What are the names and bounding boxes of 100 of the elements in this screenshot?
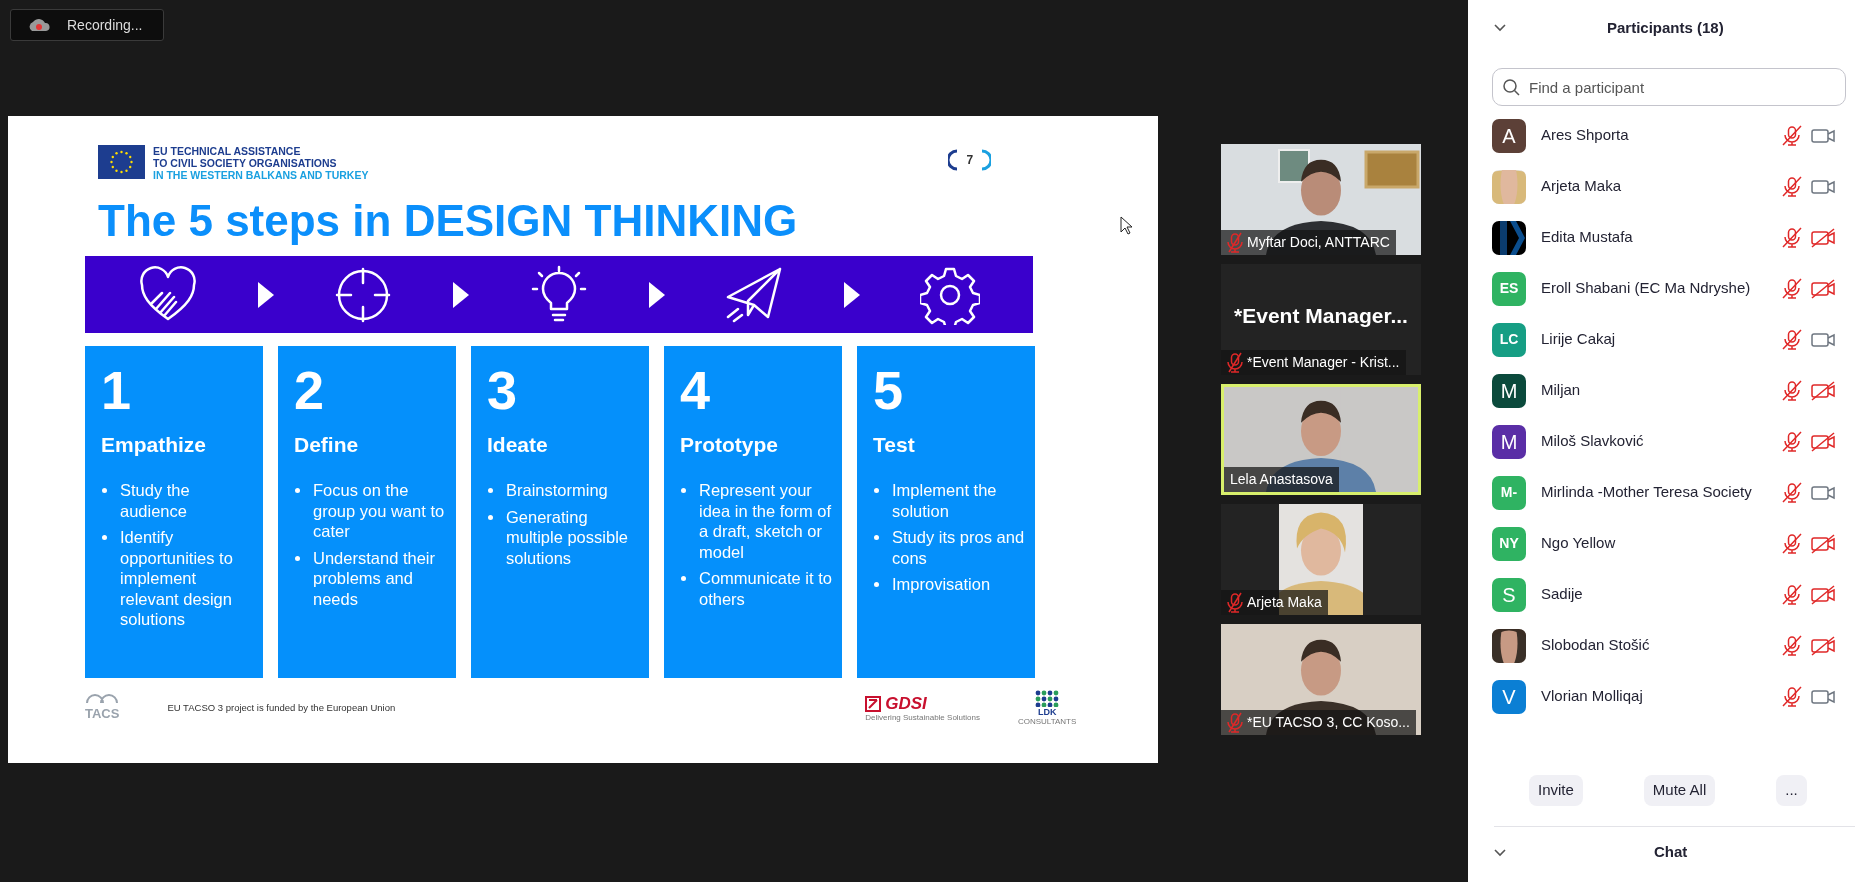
square-logo-icon: [865, 695, 882, 712]
avatar: M-: [1492, 475, 1526, 510]
step-title: Prototype: [680, 432, 779, 458]
participant-name: Vlorian Molliqaj: [1541, 686, 1643, 707]
bullet-text: Implement the solution: [892, 480, 998, 521]
play-arrow-icon: [255, 279, 276, 310]
panel-title: Chat: [1654, 842, 1688, 863]
dot-grid-logo-icon: [1035, 690, 1060, 707]
participant-row[interactable]: Edita Mustafa: [1468, 212, 1855, 263]
muted-mic-icon: [1227, 352, 1243, 373]
bullet-dot: [102, 488, 107, 493]
bracket-icon: [948, 149, 959, 171]
participant-name: Slobodan Stošić: [1541, 635, 1650, 656]
participant-row[interactable]: ES Eroll Shabani (EC Ma Ndryshe): [1468, 263, 1855, 314]
logo-text: TO CIVIL SOCIETY ORGANISATIONS: [153, 157, 338, 169]
avatar: V: [1492, 679, 1526, 714]
panel-button[interactable]: Mute All: [1643, 775, 1716, 806]
participant-row[interactable]: M Miljan: [1468, 365, 1855, 416]
bullet-text: Brainstorming: [506, 480, 608, 501]
bullet-dot: [874, 535, 879, 540]
avatar: LC: [1492, 322, 1526, 357]
name-text: Myftar Doci, ANTTARC: [1247, 233, 1390, 252]
participant-name: Miljan: [1541, 380, 1581, 401]
bullet-dot: [681, 576, 686, 581]
participant-row[interactable]: Arjeta Maka: [1468, 161, 1855, 212]
funding-note: EU TACSO 3 project is funded by the European Union: [167, 700, 396, 715]
bullet-dot: [874, 582, 879, 587]
participant-row[interactable]: M Miloš Slavković: [1468, 416, 1855, 467]
name-text: *EU TACSO 3, CC Koso...: [1247, 713, 1410, 732]
bullet-text: Represent your idea in the form of a draft, sketch or model: [699, 480, 832, 562]
bracket-icon: [981, 149, 992, 171]
step-number: 2: [294, 360, 326, 420]
more-button[interactable]: ...: [1776, 775, 1807, 806]
chevron-down-icon[interactable]: [1494, 24, 1506, 32]
muted-mic-icon: [1227, 592, 1243, 613]
participant-name: Miloš Slavković: [1541, 431, 1644, 452]
participant-name: *Event Manager...: [1234, 303, 1408, 329]
participant-name: Edita Mustafa: [1541, 227, 1633, 248]
avatar: A: [1492, 118, 1526, 153]
avatar: ES: [1492, 271, 1526, 306]
step-number: 1: [101, 360, 133, 420]
participant-row[interactable]: NY Ngo Yellow: [1468, 518, 1855, 569]
avatar: M: [1492, 424, 1526, 459]
play-arrow-icon: [646, 279, 667, 310]
bullet-text: Focus on the group you want to cater: [313, 480, 446, 542]
step-title: Test: [873, 432, 916, 458]
step-title: Ideate: [487, 432, 549, 458]
logo-text: GDSI: [885, 694, 927, 713]
cloud-record-icon: [27, 16, 51, 34]
muted-mic-icon: [1227, 712, 1243, 733]
logo-avatar-icon: [1492, 220, 1526, 255]
avatar: S: [1492, 577, 1526, 612]
eu-flag-icon: [98, 145, 145, 179]
logo-tagline: CONSULTANTS: [1017, 717, 1077, 726]
participant-name: Arjeta Maka: [1541, 176, 1622, 197]
name-text: Arjeta Maka: [1247, 593, 1322, 612]
bullet-dot: [295, 488, 300, 493]
participant-name: Lirije Cakaj: [1541, 329, 1616, 350]
arcs-logo-icon: [85, 692, 120, 704]
bullet-text: Study the audience: [120, 480, 191, 521]
bullet-dot: [488, 488, 493, 493]
participant-name: Sadije: [1541, 584, 1583, 605]
page-number: 7: [966, 152, 974, 169]
search-icon: [1503, 79, 1520, 96]
participant-row[interactable]: LC Lirije Cakaj: [1468, 314, 1855, 365]
name-text: *Event Manager - Krist...: [1247, 353, 1400, 372]
bullet-text: Improvisation: [892, 574, 991, 595]
step-title: Define: [294, 432, 360, 458]
recording-label: Recording...: [67, 15, 143, 35]
step-title: Empathize: [101, 432, 208, 458]
slide-title: The 5 steps in DESIGN THINKING: [98, 195, 798, 247]
participant-row[interactable]: Slobodan Stošić: [1468, 620, 1855, 671]
logo-text: LDK: [1037, 707, 1057, 717]
bullet-text: Communicate it to others: [699, 568, 832, 609]
participant-row[interactable]: S Sadije: [1468, 569, 1855, 620]
panel-title: Participants (18): [1607, 17, 1724, 38]
bullet-dot: [102, 535, 107, 540]
bullet-text: Identify opportunities to implement relevant design solutions: [120, 527, 234, 630]
participant-row[interactable]: V Vlorian Molliqaj: [1468, 671, 1855, 722]
search-field[interactable]: Find a participant: [1492, 68, 1846, 106]
chevron-down-icon[interactable]: [1494, 848, 1506, 857]
bullet-dot: [295, 555, 300, 561]
panel-button[interactable]: Invite: [1529, 775, 1583, 806]
avatar: NY: [1492, 526, 1526, 561]
bullet-text: Study its pros and cons: [892, 527, 1025, 568]
bullet-text: Understand their problems and needs: [313, 547, 436, 609]
logo-text: EU TECHNICAL ASSISTANCE: [153, 145, 302, 157]
muted-mic-icon: [1227, 232, 1243, 253]
participant-name: Eroll Shabani (EC Ma Ndryshe): [1541, 278, 1751, 299]
participant-name: Mirlinda -Mother Teresa Society: [1541, 482, 1752, 503]
logo-text: TACS: [85, 704, 120, 723]
participant-name: Ngo Yellow: [1541, 533, 1616, 554]
participant-name: Ares Shporta: [1541, 125, 1629, 146]
logo-text: IN THE WESTERN BALKANS AND TURKEY: [153, 169, 369, 181]
participant-row[interactable]: A Ares Shporta: [1468, 110, 1855, 161]
step-number: 5: [873, 360, 905, 420]
participant-row[interactable]: M- Mirlinda -Mother Teresa Society: [1468, 467, 1855, 518]
bullet-dot: [874, 488, 879, 493]
mouse-cursor-icon: [1120, 216, 1134, 236]
avatar: M: [1492, 373, 1526, 408]
